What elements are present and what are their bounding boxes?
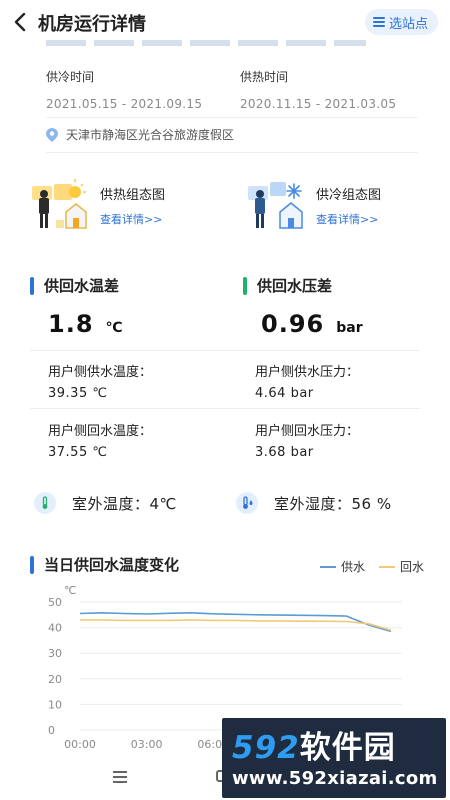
location-row: 天津市静海区光合谷旅游度假区	[46, 126, 234, 143]
list-icon	[372, 17, 385, 27]
supply-pressure-value: 4.64 bar	[255, 386, 314, 401]
temp-diff-unit: ℃	[105, 320, 123, 336]
scrolled-text-remnant	[46, 40, 366, 46]
divider	[30, 408, 420, 409]
return-pressure-item: 用户侧回水压力： 3.68 bar	[255, 420, 359, 460]
legend-swatch-supply	[319, 565, 336, 568]
return-temp-value: 37.55 ℃	[48, 445, 108, 460]
cooling-period: 供冷时间 2021.05.15 - 2021.09.15	[46, 68, 202, 111]
return-pressure-label: 用户侧回水压力：	[255, 424, 360, 439]
cooling-diagram-title: 供冷组态图	[316, 188, 382, 203]
pressure-diff-value: 0.96	[261, 310, 325, 338]
cooling-period-label: 供冷时间	[46, 70, 95, 84]
outdoor-temperature-text: 室外温度：4℃	[72, 494, 177, 513]
temp-diff-title: 供回水温差	[44, 277, 120, 295]
site-watermark-logo: 592软件园 www.592xiazai.com	[222, 718, 446, 798]
select-station-label: 选站点	[388, 16, 428, 32]
cooling-diagram-card[interactable]: 供冷组态图 查看详情>>	[246, 178, 381, 230]
watermark-url: www.592xiazai.com	[232, 768, 438, 789]
heating-diagram-card[interactable]: 供热组态图 查看详情>>	[30, 178, 165, 230]
chart-header: 当日供回水温度变化	[30, 554, 179, 575]
heating-diagram-title: 供热组态图	[100, 188, 166, 203]
divider	[46, 117, 418, 118]
heating-period-label: 供热时间	[240, 70, 289, 84]
cooling-period-value: 2021.05.15 - 2021.09.15	[46, 97, 203, 111]
pressure-diff-unit: bar	[336, 320, 363, 336]
section-accent-bar	[243, 276, 247, 295]
legend-item-return[interactable]: 回水	[378, 558, 424, 575]
y-tick-label: 30	[48, 647, 62, 660]
page-title: 机房运行详情	[38, 14, 146, 35]
y-tick-label: 0	[48, 724, 55, 737]
legend-label-supply: 供水	[340, 560, 365, 574]
supply-pressure-item: 用户侧供水压力： 4.64 bar	[255, 361, 359, 401]
y-tick-label: 50	[48, 596, 62, 609]
return-temp-label: 用户侧回水温度：	[48, 424, 153, 439]
legend-item-supply[interactable]: 供水	[319, 558, 365, 575]
return-pressure-value: 3.68 bar	[255, 445, 314, 460]
watermark-number: 592	[232, 730, 300, 766]
y-tick-label: 10	[48, 698, 62, 711]
section-accent-bar	[30, 555, 34, 574]
x-tick-label: 00:00	[64, 738, 96, 751]
return-temp-item: 用户侧回水温度： 37.55 ℃	[48, 420, 152, 460]
cooling-diagram-link[interactable]: 查看详情>>	[316, 211, 381, 227]
legend-swatch-return	[378, 565, 395, 568]
temp-diff-value: 1.8	[48, 310, 94, 338]
supply-pressure-label: 用户侧供水压力：	[255, 365, 360, 380]
select-station-button[interactable]: 选站点	[364, 9, 438, 35]
pressure-diff-metric: 供回水压差 0.96 bar	[243, 275, 363, 338]
outdoor-temperature: 室外温度：4℃	[34, 492, 177, 514]
watermark-name: 软件园	[299, 730, 396, 766]
chart-legend: 供水 回水	[319, 558, 424, 575]
heating-period: 供热时间 2020.11.15 - 2021.03.05	[240, 68, 396, 111]
pressure-diff-title: 供回水压差	[257, 277, 333, 295]
supply-temp-value: 39.35 ℃	[48, 386, 108, 401]
temp-diff-metric: 供回水温差 1.8 ℃	[30, 275, 122, 338]
y-tick-label: 20	[48, 673, 62, 686]
divider	[30, 350, 420, 351]
section-accent-bar	[30, 276, 34, 295]
heating-diagram-link[interactable]: 查看详情>>	[100, 211, 165, 227]
heating-worker-illustration	[32, 179, 87, 229]
heating-period-value: 2020.11.15 - 2021.03.05	[240, 97, 397, 111]
outdoor-humidity-text: 室外湿度：56 %	[274, 494, 392, 513]
chart-title: 当日供回水温度变化	[44, 556, 180, 574]
thermometer-icon	[34, 492, 56, 514]
menu-icon[interactable]	[113, 771, 127, 783]
back-icon[interactable]	[10, 10, 32, 34]
legend-label-return: 回水	[399, 560, 424, 574]
supply-temp-item: 用户侧供水温度： 39.35 ℃	[48, 361, 152, 401]
x-tick-label: 03:00	[131, 738, 163, 751]
top-bar: 机房运行详情 选站点	[0, 0, 450, 44]
y-tick-label: 40	[48, 622, 62, 635]
cooling-worker-illustration	[248, 182, 303, 229]
location-pin-icon	[46, 127, 58, 142]
humidity-thermometer-icon	[236, 492, 258, 514]
outdoor-humidity: 室外湿度：56 %	[236, 492, 392, 514]
series-line-return	[80, 619, 392, 631]
divider	[46, 152, 418, 153]
supply-temp-label: 用户侧供水温度：	[48, 365, 153, 380]
location-text: 天津市静海区光合谷旅游度假区	[66, 128, 235, 142]
y-axis-unit: ℃	[64, 584, 76, 597]
